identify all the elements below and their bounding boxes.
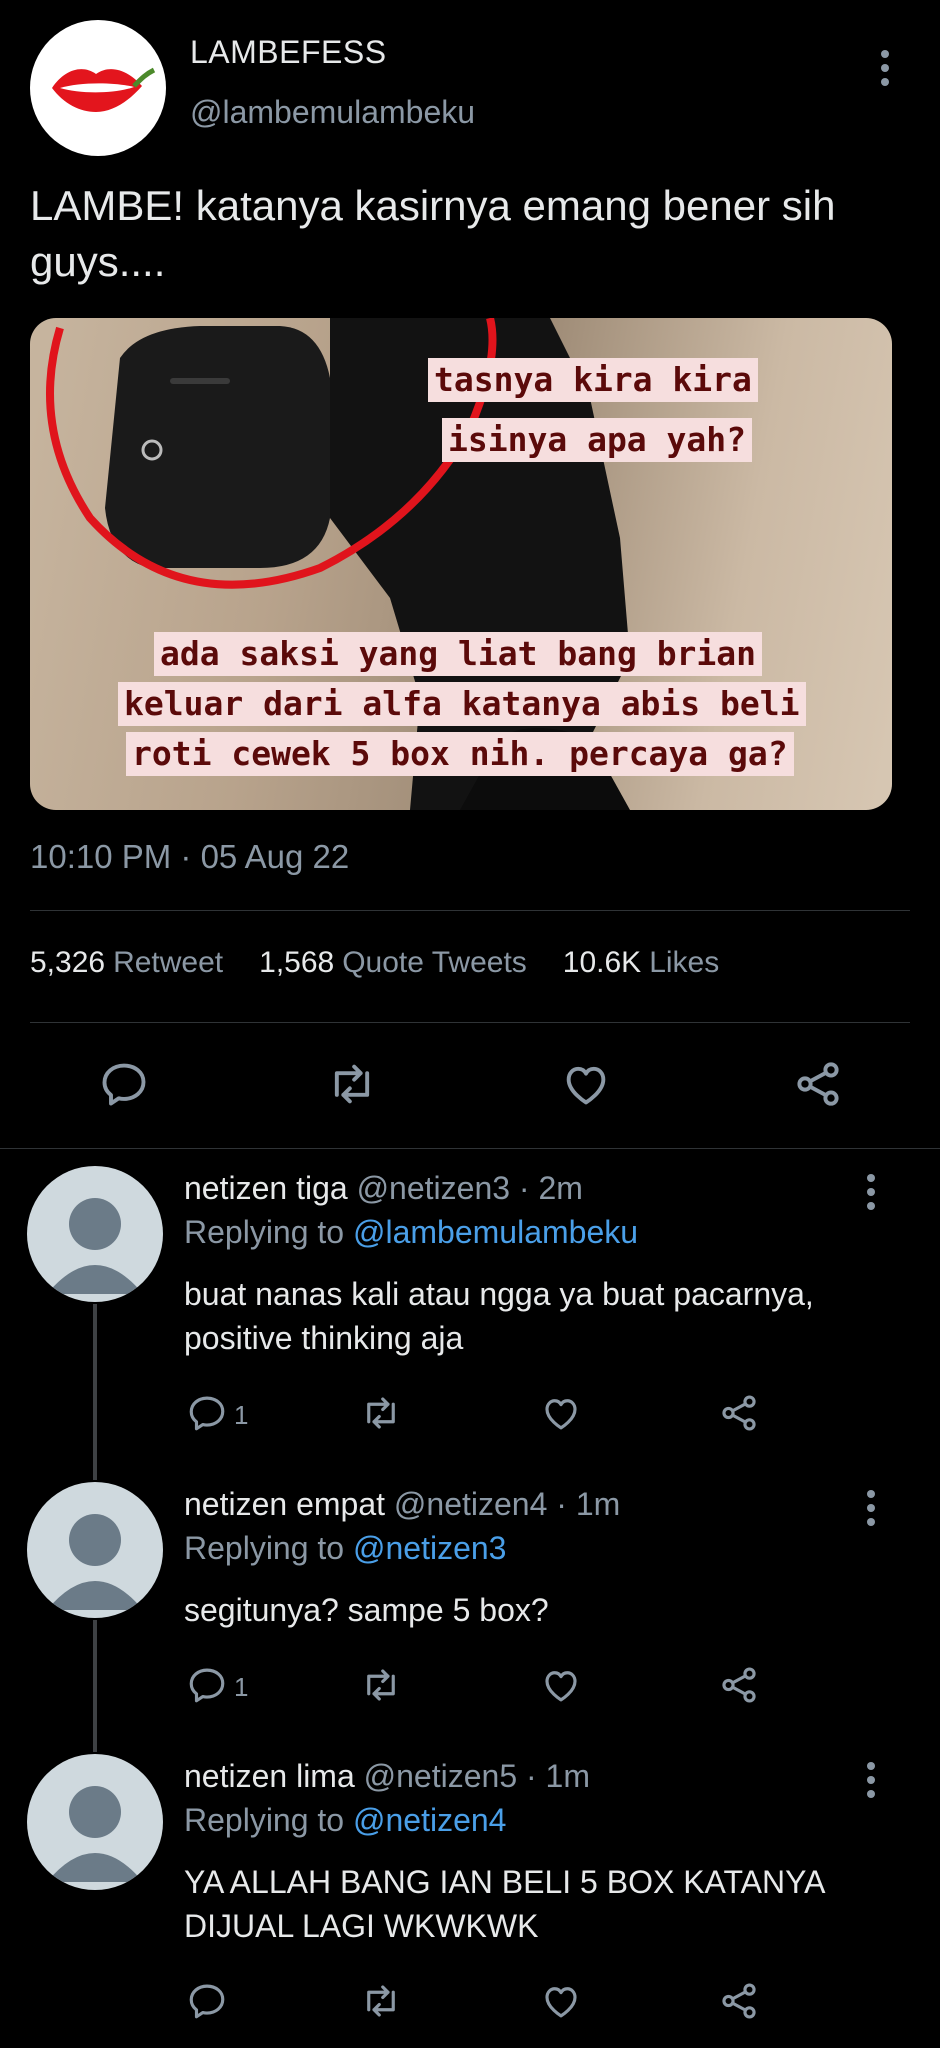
like-icon: [566, 1066, 606, 1105]
reply-count: 1: [234, 1400, 249, 1430]
retweets-stat[interactable]: 5,326 Retweet: [30, 946, 223, 980]
share-button[interactable]: [718, 1664, 760, 1706]
like-button[interactable]: [540, 1392, 582, 1434]
more-icon[interactable]: [856, 1490, 886, 1526]
reply-icon: [189, 1668, 225, 1703]
reply-header: netizen lima @netizen5 · 1m: [184, 1758, 590, 1795]
retweet-button[interactable]: [360, 1664, 402, 1706]
caption-top-line-2: isinya apa yah?: [442, 418, 753, 462]
replying-to-link[interactable]: @netizen3: [353, 1530, 506, 1566]
reply-icon: [189, 1984, 225, 2019]
replying-to-link[interactable]: @lambemulambeku: [353, 1214, 638, 1250]
reply-time[interactable]: · 1m: [556, 1486, 620, 1522]
like-button[interactable]: [560, 1058, 612, 1110]
like-button[interactable]: [540, 1980, 582, 2022]
default-avatar-icon: [47, 1198, 143, 1294]
tweet-text: LAMBE! katanya kasirnya emang bener sih …: [30, 182, 836, 285]
divider: [0, 1148, 940, 1149]
author-avatar[interactable]: [30, 20, 166, 156]
retweet-icon: [367, 1669, 395, 1701]
reply-time[interactable]: · 1m: [526, 1758, 590, 1794]
reply-button[interactable]: [186, 1664, 228, 1706]
lips-logo-icon: [52, 67, 156, 112]
quotes-stat[interactable]: 1,568 Quote Tweets: [259, 946, 527, 980]
retweet-button[interactable]: [360, 1392, 402, 1434]
tweet-image[interactable]: tasnya kira kira isinya apa yah? ada sak…: [30, 318, 892, 810]
reply-icon: [102, 1063, 146, 1106]
reply-avatar[interactable]: [27, 1166, 163, 1302]
retweet-button[interactable]: [360, 1980, 402, 2022]
author-name[interactable]: LAMBEFESS: [190, 34, 387, 71]
reply-button[interactable]: [186, 1980, 228, 2022]
thread-line: [93, 1620, 97, 1752]
retweet-icon: [367, 1985, 395, 2017]
reply-icon: [189, 1396, 225, 1431]
share-icon: [722, 1395, 756, 1431]
tweet-timestamp[interactable]: 10:10 PM · 05 Aug 22: [30, 838, 349, 876]
reply-text: YA ALLAH BANG IAN BELI 5 BOX KATANYA DIJ…: [184, 1864, 824, 1944]
like-icon: [545, 1399, 577, 1430]
reply-author-handle[interactable]: @netizen3: [357, 1170, 510, 1206]
default-avatar-icon: [47, 1786, 143, 1882]
reply-time[interactable]: · 2m: [519, 1170, 583, 1206]
replying-to-link[interactable]: @netizen4: [353, 1802, 506, 1838]
divider: [30, 1022, 910, 1023]
thread-line: [93, 1304, 97, 1480]
reply-text: buat nanas kali atau ngga ya buat pacarn…: [184, 1276, 814, 1356]
reply-author-name[interactable]: netizen empat: [184, 1486, 385, 1522]
reply-author-handle[interactable]: @netizen5: [364, 1758, 517, 1794]
replying-to: Replying to @netizen4: [184, 1802, 507, 1838]
like-icon: [545, 1987, 577, 2018]
reply-avatar[interactable]: [27, 1754, 163, 1890]
author-handle[interactable]: @lambemulambeku: [190, 94, 475, 131]
divider: [30, 910, 910, 911]
reply-author-handle[interactable]: @netizen4: [394, 1486, 547, 1522]
tweet-stats: 5,326 Retweet 1,568 Quote Tweets 10.6K Like…: [30, 946, 719, 980]
share-icon: [797, 1062, 839, 1106]
caption-bottom-line-1: ada saksi yang liat bang brian: [154, 632, 763, 676]
more-icon[interactable]: [870, 50, 900, 86]
reply-author-name[interactable]: netizen tiga: [184, 1170, 348, 1206]
retweet-icon: [367, 1397, 395, 1429]
default-avatar-icon: [47, 1514, 143, 1610]
like-icon: [545, 1671, 577, 1702]
like-button[interactable]: [540, 1664, 582, 1706]
reply-text: segitunya? sampe 5 box?: [184, 1592, 549, 1628]
reply-button[interactable]: [186, 1392, 228, 1434]
retweet-button[interactable]: [326, 1058, 378, 1110]
more-icon[interactable]: [856, 1174, 886, 1210]
share-icon: [722, 1667, 756, 1703]
reply-author-name[interactable]: netizen lima: [184, 1758, 355, 1794]
replying-to: Replying to @netizen3: [184, 1530, 507, 1566]
reply-header: netizen tiga @netizen3 · 2m: [184, 1170, 583, 1207]
reply-count: 1: [234, 1672, 249, 1702]
caption-top-line-1: tasnya kira kira: [428, 358, 758, 402]
likes-stat[interactable]: 10.6K Likes: [563, 946, 719, 980]
caption-bottom-line-2: keluar dari alfa katanya abis beli: [118, 682, 806, 726]
share-button[interactable]: [718, 1392, 760, 1434]
share-button[interactable]: [792, 1058, 844, 1110]
caption-bottom-line-3: roti cewek 5 box nih. percaya ga?: [126, 732, 794, 776]
reply-avatar[interactable]: [27, 1482, 163, 1618]
retweet-icon: [334, 1064, 370, 1104]
replying-to: Replying to @lambemulambeku: [184, 1214, 639, 1250]
reply-button[interactable]: [98, 1058, 150, 1110]
more-icon[interactable]: [856, 1762, 886, 1798]
share-button[interactable]: [718, 1980, 760, 2022]
share-icon: [722, 1983, 756, 2019]
reply-header: netizen empat @netizen4 · 1m: [184, 1486, 620, 1523]
